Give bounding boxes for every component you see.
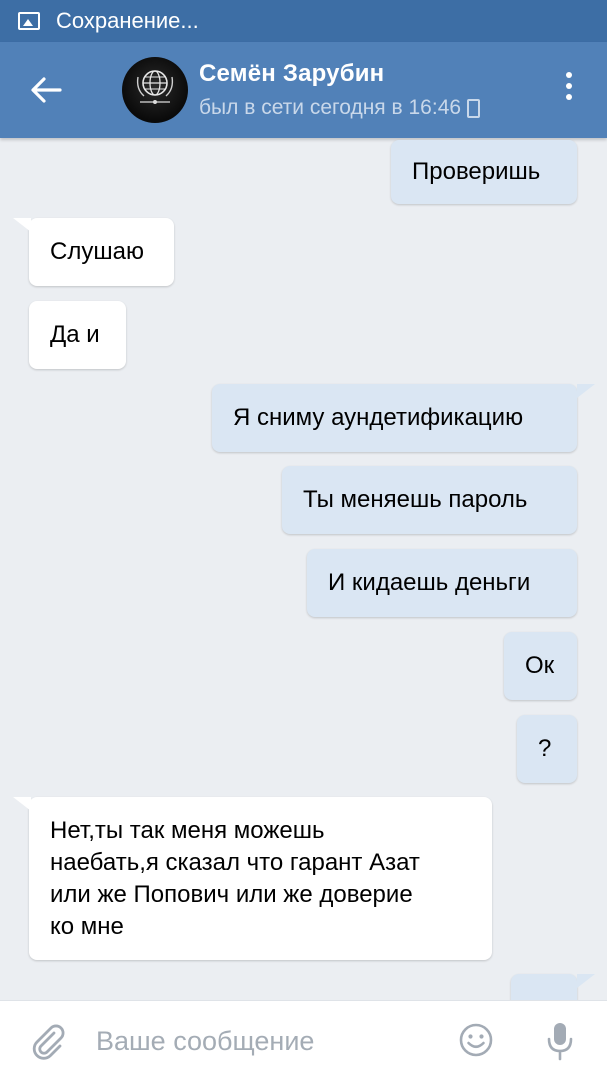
globe-logo-icon bbox=[136, 70, 174, 104]
message-text: Ок bbox=[525, 652, 555, 679]
message-line: Нет,ты так меня можешь bbox=[50, 817, 325, 844]
image-icon bbox=[18, 12, 40, 30]
avatar[interactable] bbox=[122, 57, 188, 123]
bubble-tail bbox=[577, 974, 595, 988]
message-bubble-outgoing[interactable]: И кидаешь деньги bbox=[307, 549, 577, 617]
back-button[interactable] bbox=[24, 68, 68, 112]
phone-icon bbox=[467, 98, 481, 118]
message-bubble-incoming[interactable]: Нет,ты так меня можешь наебать,я сказал … bbox=[29, 797, 492, 960]
message-bubble-outgoing[interactable]: Я сниму аундетификацию bbox=[212, 384, 577, 452]
smiley-icon bbox=[459, 1023, 493, 1057]
status-bar: Сохранение... bbox=[0, 0, 607, 42]
message-input[interactable] bbox=[96, 1023, 426, 1059]
chat-header: Семён Зарубин был в сети сегодня в 16:46 bbox=[0, 42, 607, 138]
message-line: или же Попович или же доверие bbox=[50, 881, 413, 908]
contact-name[interactable]: Семён Зарубин bbox=[199, 60, 384, 88]
message-text: И кидаешь деньги bbox=[328, 569, 531, 596]
message-text: Да и bbox=[50, 321, 100, 348]
more-vertical-icon bbox=[566, 72, 572, 78]
message-text: Ты меняешь пароль bbox=[303, 486, 528, 513]
bubble-tail bbox=[13, 797, 31, 811]
voice-message-button[interactable] bbox=[546, 1020, 574, 1062]
message-text: Я сниму аундетификацию bbox=[233, 404, 524, 431]
message-text: Слушаю bbox=[50, 238, 144, 265]
message-bubble-outgoing-partial[interactable] bbox=[511, 974, 577, 1000]
message-bubble-outgoing[interactable]: Проверишь bbox=[391, 140, 577, 204]
message-text: ? bbox=[538, 735, 552, 762]
more-menu-button[interactable] bbox=[556, 72, 582, 108]
contact-status: был в сети сегодня в 16:46 bbox=[199, 96, 481, 120]
message-list[interactable]: Проверишь Слушаю Да и Я сниму аундетифик… bbox=[0, 138, 607, 1000]
message-bubble-outgoing[interactable]: Ты меняешь пароль bbox=[282, 466, 577, 534]
message-bubble-incoming[interactable]: Да и bbox=[29, 301, 126, 369]
status-text: Сохранение... bbox=[56, 8, 199, 33]
message-bubble-outgoing[interactable]: Ок bbox=[504, 632, 577, 700]
bubble-tail bbox=[13, 218, 31, 232]
microphone-icon bbox=[547, 1023, 573, 1061]
message-line: ко мне bbox=[50, 913, 124, 940]
last-seen-text: был в сети сегодня в 16:46 bbox=[199, 96, 462, 119]
paperclip-icon bbox=[32, 1024, 65, 1060]
message-line: наебать,я сказал что гарант Азат bbox=[50, 849, 420, 876]
message-bubble-incoming[interactable]: Слушаю bbox=[29, 218, 174, 286]
message-bubble-outgoing[interactable]: ? bbox=[517, 715, 577, 783]
bubble-tail bbox=[577, 384, 595, 398]
message-text: Нет,ты так меня можешь наебать,я сказал … bbox=[50, 815, 420, 943]
emoji-button[interactable] bbox=[458, 1022, 494, 1058]
message-composer bbox=[0, 1000, 607, 1081]
attach-button[interactable] bbox=[30, 1021, 66, 1061]
arrow-left-icon bbox=[31, 77, 62, 103]
message-text: Проверишь bbox=[412, 158, 541, 185]
